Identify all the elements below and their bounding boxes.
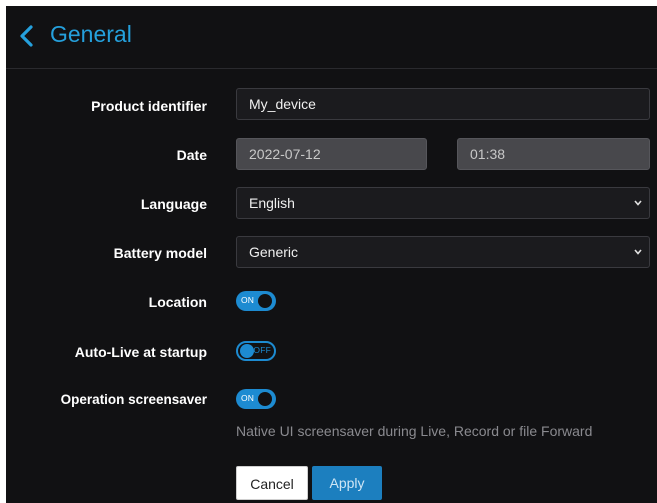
date-label: Date: [176, 147, 207, 163]
battery-model-select[interactable]: Generic: [236, 236, 650, 268]
auto-live-toggle[interactable]: OFF: [236, 341, 276, 361]
time-input: 01:38: [457, 138, 650, 170]
auto-live-toggle-state: OFF: [253, 345, 271, 355]
battery-model-value: Generic: [249, 244, 299, 260]
chevron-down-icon: [634, 200, 642, 206]
product-identifier-input[interactable]: My_device: [236, 88, 650, 120]
chevron-left-icon: [20, 25, 33, 47]
battery-model-label: Battery model: [113, 245, 207, 261]
location-label: Location: [148, 294, 207, 310]
date-input: 2022-07-12: [236, 138, 427, 170]
screensaver-toggle-state: ON: [241, 393, 255, 403]
screensaver-toggle[interactable]: ON: [236, 389, 276, 409]
settings-panel: General Product identifier My_device Dat…: [6, 6, 657, 503]
language-label: Language: [140, 196, 207, 212]
auto-live-label: Auto-Live at startup: [74, 344, 207, 360]
back-button[interactable]: [16, 22, 40, 50]
location-toggle[interactable]: ON: [236, 291, 276, 311]
apply-button[interactable]: Apply: [312, 466, 382, 500]
screensaver-label: Operation screensaver: [60, 392, 207, 407]
chevron-down-icon: [634, 249, 642, 255]
screensaver-hint: Native UI screensaver during Live, Recor…: [236, 423, 593, 439]
language-value: English: [249, 195, 295, 211]
header: General: [6, 6, 657, 69]
location-toggle-state: ON: [241, 295, 255, 305]
product-identifier-label: Product identifier: [91, 98, 207, 114]
toggle-knob: [258, 392, 272, 406]
language-select[interactable]: English: [236, 187, 650, 219]
page-title: General: [50, 21, 132, 47]
toggle-knob: [258, 294, 272, 308]
cancel-button[interactable]: Cancel: [236, 466, 308, 500]
toggle-knob: [240, 344, 254, 358]
